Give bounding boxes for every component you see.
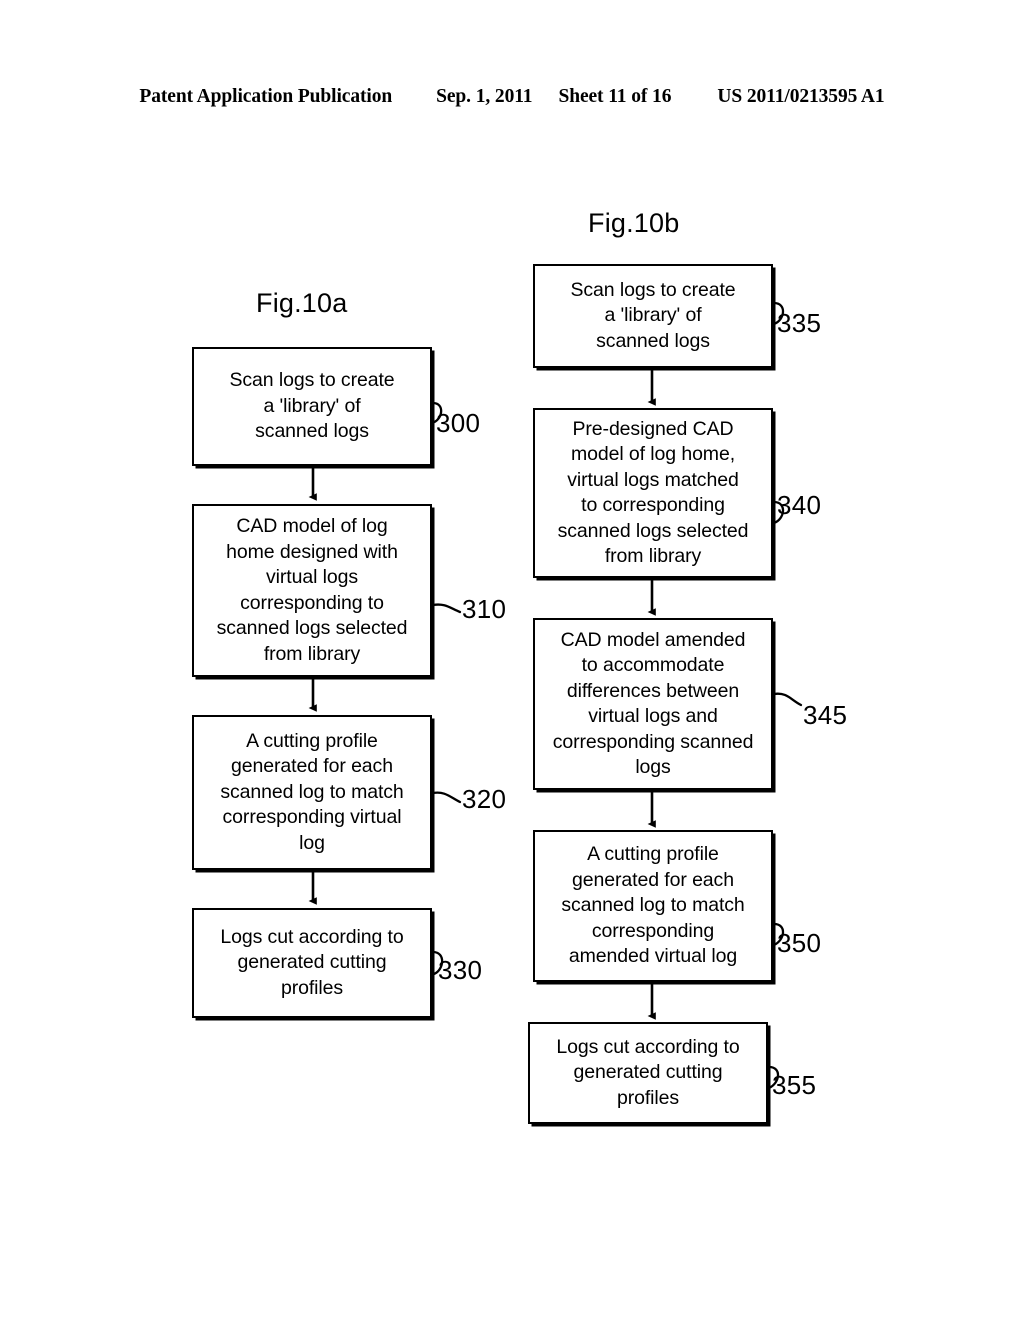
flowchart-connectors	[308, 301, 803, 1090]
header-patent-number: US 2011/0213595 A1	[717, 86, 885, 107]
flow-box-300[interactable]: Scan logs to create a 'library' of scann…	[192, 347, 432, 466]
ref-numeral-330: 330	[438, 955, 483, 985]
flow-box-340[interactable]: Pre-designed CAD model of log home, virt…	[533, 408, 773, 578]
flow-box-335[interactable]: Scan logs to create a 'library' of scann…	[533, 264, 773, 368]
figure-title-10a: Fig.10a	[256, 288, 348, 318]
flow-box-300-text: Scan logs to create a 'library' of scann…	[229, 369, 395, 443]
figure-title-10b: Fig.10b	[588, 208, 680, 238]
header-date-label: Sep. 1, 2011	[436, 86, 533, 107]
ref-numeral-310: 310	[462, 594, 507, 624]
flow-box-345[interactable]: CAD model amended to accommodate differe…	[533, 618, 773, 790]
flow-box-330-text: Logs cut according to generated cutting …	[220, 925, 404, 999]
header-publication-label: Patent Application Publication	[139, 86, 393, 107]
flow-box-310-text: CAD model of log home designed with virt…	[216, 515, 408, 665]
flow-box-355-text: Logs cut according to generated cutting …	[556, 1035, 740, 1109]
ref-numeral-345: 345	[803, 700, 848, 730]
ref-numeral-355: 355	[772, 1070, 817, 1100]
flow-box-320-text: A cutting profile generated for each sca…	[220, 729, 404, 854]
ref-numeral-300: 300	[436, 408, 481, 438]
ref-numeral-340: 340	[777, 490, 822, 520]
flow-box-350-text: A cutting profile generated for each sca…	[561, 843, 745, 968]
flow-box-355[interactable]: Logs cut according to generated cutting …	[528, 1022, 768, 1124]
header-sheet-label: Sheet 11 of 16	[558, 86, 672, 107]
flow-box-320[interactable]: A cutting profile generated for each sca…	[192, 715, 432, 870]
ref-numeral-335: 335	[777, 308, 822, 338]
patent-header: Patent Application Publication Sep. 1, 2…	[0, 86, 1024, 108]
flow-box-350[interactable]: A cutting profile generated for each sca…	[533, 830, 773, 982]
ref-numeral-350: 350	[777, 928, 822, 958]
flow-box-310[interactable]: CAD model of log home designed with virt…	[192, 504, 432, 677]
flow-box-335-text: Scan logs to create a 'library' of scann…	[570, 278, 736, 352]
flow-box-330[interactable]: Logs cut according to generated cutting …	[192, 908, 432, 1018]
flow-box-340-text: Pre-designed CAD model of log home, virt…	[557, 417, 749, 568]
flow-box-345-text: CAD model amended to accommodate differe…	[552, 628, 754, 779]
ref-numeral-320: 320	[462, 784, 507, 814]
